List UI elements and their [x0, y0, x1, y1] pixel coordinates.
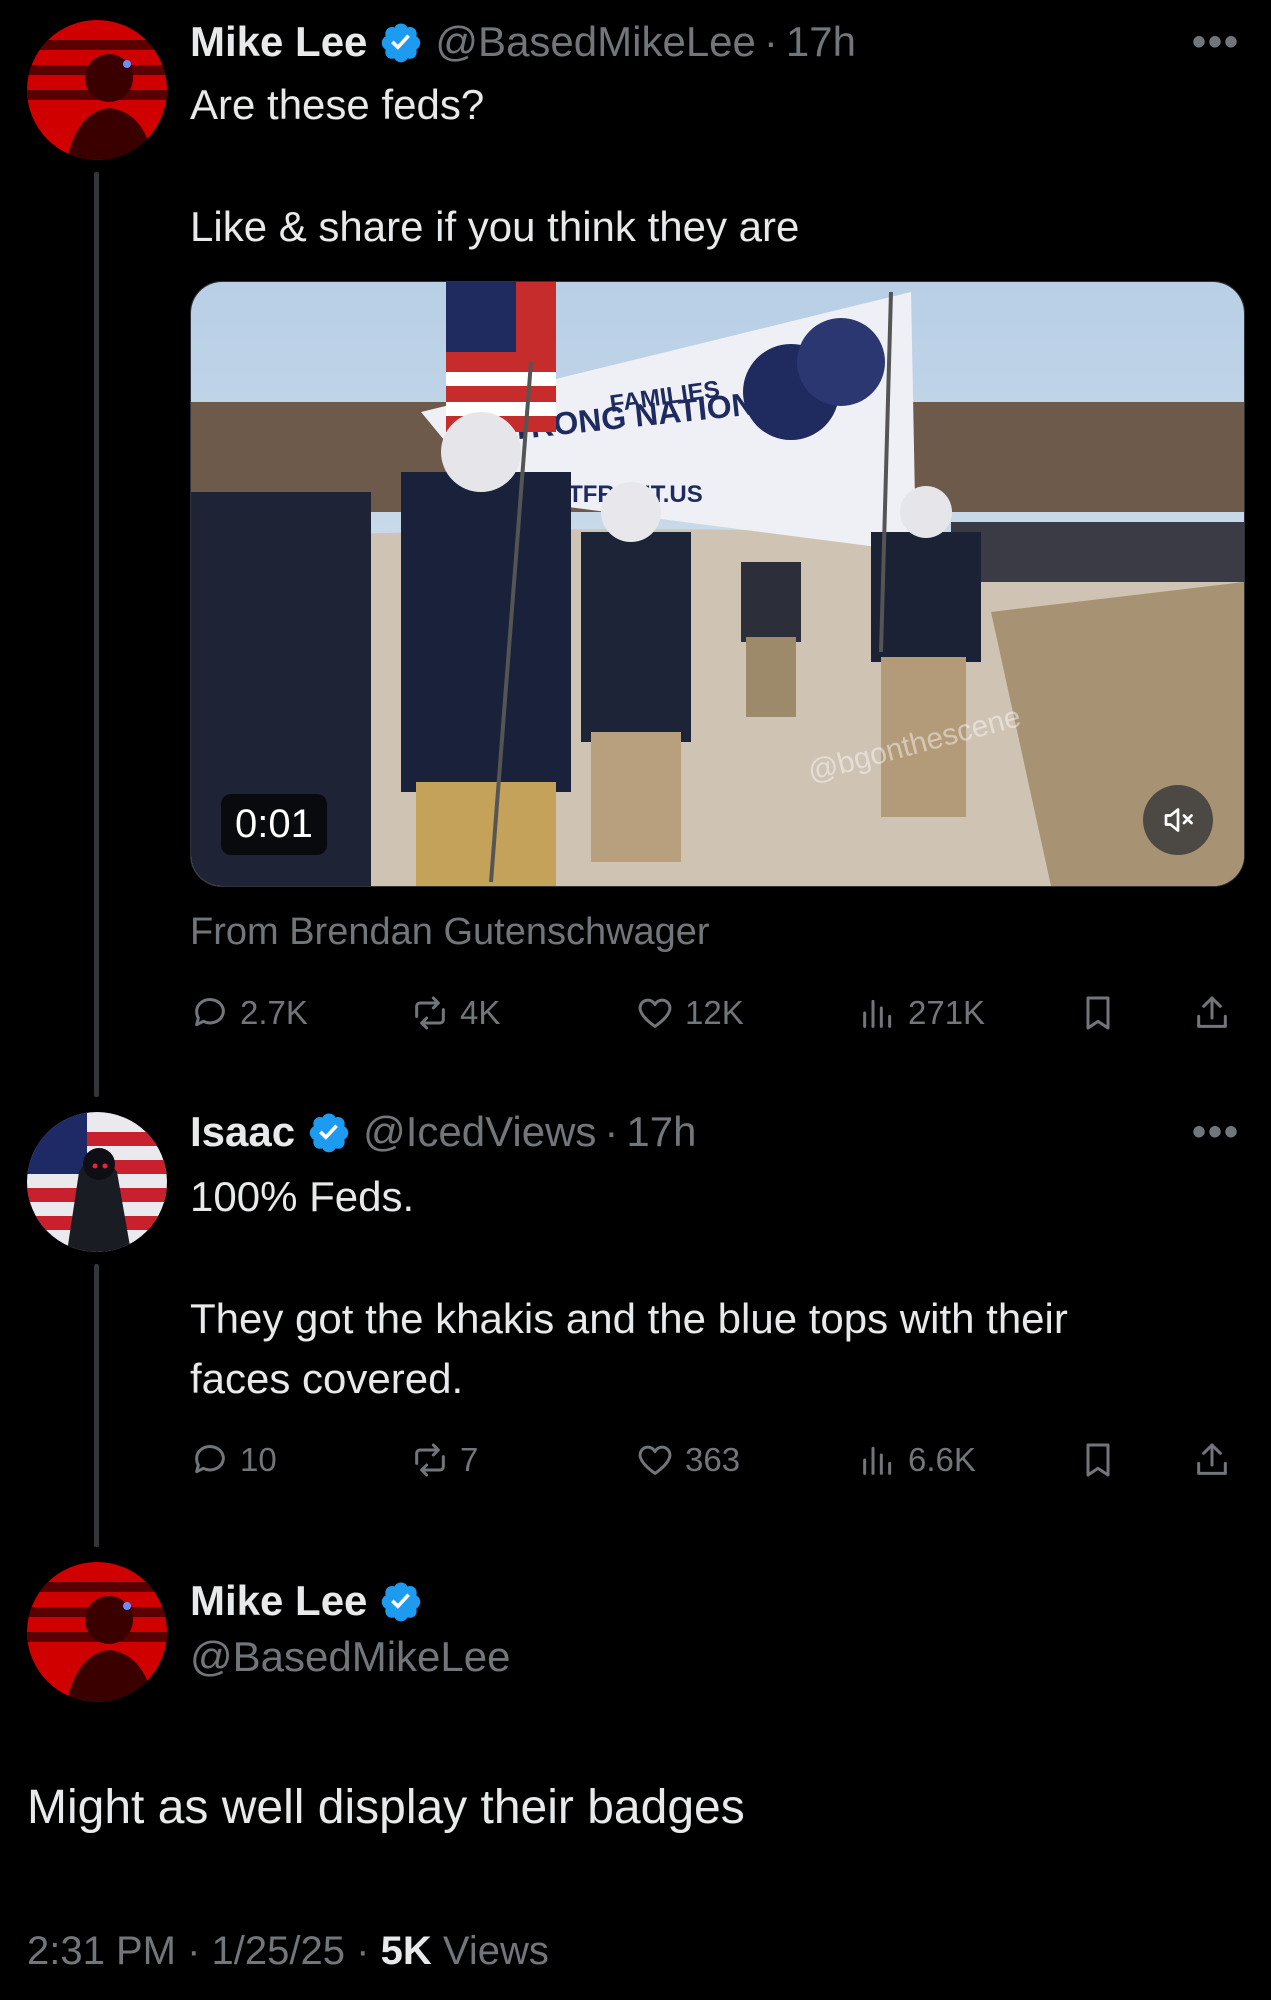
- share-button[interactable]: [1192, 993, 1242, 1033]
- reply-count: 10: [240, 1441, 277, 1478]
- display-name[interactable]: Mike Lee: [190, 1577, 367, 1625]
- speaker-muted-icon: [1164, 808, 1193, 832]
- tweet-text-line: They got the khakis and the blue tops wi…: [190, 1295, 1068, 1342]
- tweet-text-line: 100% Feds.: [190, 1173, 415, 1220]
- timestamp[interactable]: 17h: [786, 18, 856, 66]
- action-bar: 10 7 363 6.6K: [0, 1435, 1271, 1485]
- verified-badge-icon: [382, 23, 421, 63]
- views-button[interactable]: 6.6K: [858, 1440, 976, 1480]
- bookmark-button[interactable]: [1078, 993, 1128, 1033]
- handle[interactable]: @BasedMikeLee: [435, 18, 755, 66]
- video-frame: STRONG NATIONS FAMILIES PATRIOTFRONT.US …: [191, 282, 1244, 886]
- reply-icon: [195, 998, 225, 1027]
- thread-line: [94, 172, 99, 1097]
- separator: ·: [356, 1929, 370, 1973]
- repost-button[interactable]: 7: [410, 1440, 478, 1480]
- tweet-meta: 2:31 PM · 1/25/25 · 5K Views: [27, 1929, 549, 1974]
- separator: ·: [604, 1108, 619, 1155]
- reply-icon: [195, 1445, 225, 1474]
- repost-count: 7: [460, 1441, 479, 1478]
- repost-count: 4K: [460, 994, 501, 1031]
- reply-button[interactable]: 2.7K: [190, 993, 308, 1033]
- more-options-icon[interactable]: •••: [1192, 1110, 1240, 1155]
- mute-button[interactable]: [1143, 785, 1213, 855]
- avatar[interactable]: [27, 1112, 167, 1252]
- tweet-date[interactable]: 1/25/25: [212, 1929, 345, 1973]
- verified-badge-icon: [309, 1113, 349, 1153]
- handle[interactable]: @IcedViews: [363, 1108, 596, 1156]
- like-count: 12K: [685, 994, 744, 1031]
- tweet-time[interactable]: 2:31 PM: [27, 1929, 176, 1973]
- tweet-text: Might as well display their badges: [27, 1781, 745, 1834]
- views-label: Views: [442, 1929, 549, 1973]
- tweet-text-line: Are these feds?: [190, 81, 485, 128]
- share-icon: [1197, 1443, 1227, 1475]
- repost-button[interactable]: 4K: [410, 993, 500, 1033]
- display-name[interactable]: Isaac: [190, 1108, 295, 1156]
- video-attribution[interactable]: From Brendan Gutenschwager: [190, 911, 710, 954]
- timestamp[interactable]: 17h: [626, 1108, 696, 1156]
- bookmark-icon: [1086, 1443, 1110, 1477]
- avatar[interactable]: [27, 20, 167, 160]
- like-count: 363: [685, 1441, 741, 1478]
- views-icon: [863, 1446, 892, 1475]
- separator: ·: [187, 1929, 201, 1973]
- more-options-icon[interactable]: •••: [1192, 20, 1240, 65]
- thread-line: [94, 1264, 99, 1547]
- reply-button[interactable]: 10: [190, 1440, 277, 1480]
- video-player[interactable]: STRONG NATIONS FAMILIES PATRIOTFRONT.US …: [190, 281, 1245, 887]
- views-button[interactable]: 271K: [858, 993, 985, 1033]
- video-duration: 0:01: [221, 794, 327, 855]
- action-bar: 2.7K 4K 12K 271K: [0, 988, 1271, 1038]
- views-icon: [863, 999, 892, 1028]
- tweet-header: Mike Lee @BasedMikeLee · 17h: [190, 14, 856, 70]
- like-button[interactable]: 12K: [635, 993, 744, 1033]
- repost-icon: [415, 996, 445, 1030]
- bookmark-icon: [1086, 996, 1110, 1030]
- like-button[interactable]: 363: [635, 1440, 740, 1480]
- tweet-header: Isaac @IcedViews · 17h: [190, 1104, 696, 1160]
- share-button[interactable]: [1192, 1440, 1242, 1480]
- verified-badge-icon: [382, 1582, 421, 1622]
- heart-icon: [638, 1445, 672, 1475]
- separator: ·: [763, 18, 778, 65]
- view-count: 6.6K: [908, 1441, 976, 1478]
- tweet-text-line: Like & share if you think they are: [190, 203, 800, 250]
- views-count: 5K: [380, 1929, 432, 1973]
- display-name[interactable]: Mike Lee: [190, 18, 367, 66]
- heart-icon: [638, 998, 672, 1028]
- share-icon: [1197, 996, 1227, 1028]
- tweet-text-line: faces covered.: [190, 1355, 464, 1402]
- tweet-header: Mike Lee: [190, 1573, 435, 1629]
- repost-icon: [415, 1443, 445, 1477]
- reply-count: 2.7K: [240, 994, 308, 1031]
- handle[interactable]: @BasedMikeLee: [190, 1633, 510, 1681]
- bookmark-button[interactable]: [1078, 1440, 1128, 1480]
- avatar[interactable]: [27, 1562, 167, 1702]
- view-count: 271K: [908, 994, 986, 1031]
